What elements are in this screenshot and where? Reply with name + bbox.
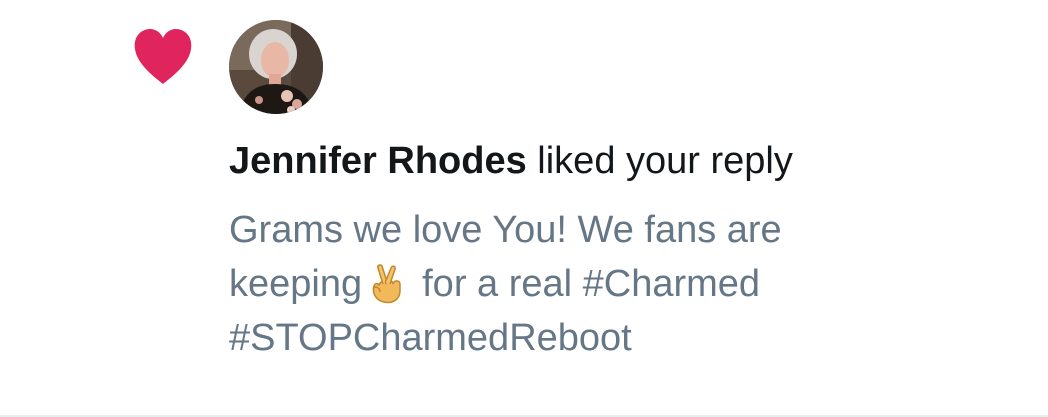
- action-text: liked your reply: [537, 140, 793, 182]
- like-notification[interactable]: Jennifer Rhodes liked your reply Grams w…: [0, 0, 1048, 417]
- avatar[interactable]: [229, 20, 323, 114]
- tweet-line-1: Grams we love You! We fans are: [229, 209, 782, 251]
- notification-headline: Jennifer Rhodes liked your reply: [229, 138, 793, 184]
- crossed-fingers-icon: [366, 262, 406, 304]
- user-name[interactable]: Jennifer Rhodes: [229, 140, 527, 182]
- tweet-word-keeping: keeping: [229, 263, 363, 305]
- tweet-text[interactable]: Grams we love You! We fans are keeping f…: [229, 203, 1009, 365]
- tweet-words-for-a-real: for a real #Charmed: [422, 263, 761, 305]
- tweet-line-2: keeping for a real #Charmed: [229, 257, 1009, 311]
- tweet-line-3: #STOPCharmedReboot: [229, 317, 632, 359]
- heart-icon: [133, 28, 193, 86]
